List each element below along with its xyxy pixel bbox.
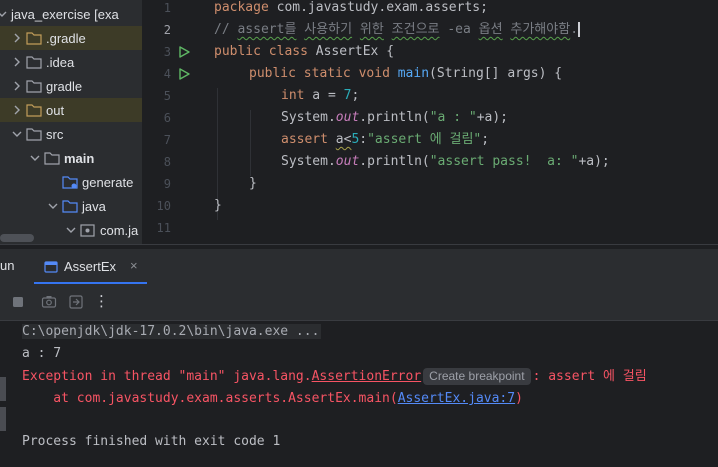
- chevron-right-icon[interactable]: [12, 33, 22, 43]
- close-icon[interactable]: ×: [130, 258, 138, 273]
- run-toolbar: ⋮: [0, 284, 718, 321]
- tree-item-gradle[interactable]: gradle: [0, 74, 142, 98]
- line-number: 6: [163, 111, 171, 125]
- code-editor[interactable]: package com.javastudy.exam.asserts; // a…: [214, 0, 718, 244]
- line-number: 3: [163, 45, 171, 59]
- chevron-down-icon[interactable]: [0, 9, 7, 19]
- chevron-right-icon[interactable]: [12, 105, 22, 115]
- run-main-icon[interactable]: [178, 68, 190, 80]
- code-line-6: System.out.println("a : "+a);: [281, 110, 509, 125]
- screenshot-icon[interactable]: [41, 294, 57, 310]
- console-exit-line: Process finished with exit code 1: [22, 434, 281, 449]
- chevron-down-icon[interactable]: [30, 153, 40, 163]
- tree-item-label: src: [46, 126, 64, 142]
- tree-item-project-root[interactable]: java_exercise [exa: [0, 2, 142, 26]
- stop-icon[interactable]: [10, 294, 26, 310]
- line-number: 4: [163, 67, 171, 81]
- tab-label: AssertEx: [64, 259, 117, 274]
- more-options-icon[interactable]: ⋮: [94, 292, 109, 310]
- tree-item-label: com.ja: [100, 222, 139, 238]
- line-number: 2: [163, 23, 171, 37]
- chevron-down-icon[interactable]: [66, 225, 76, 235]
- tab-assertex[interactable]: AssertEx ×: [34, 249, 147, 284]
- console-stdout-line: a : 7: [22, 346, 62, 361]
- line-number: 9: [163, 177, 171, 191]
- generated-folder-icon: [62, 175, 78, 189]
- chevron-right-icon[interactable]: [12, 57, 22, 67]
- run-class-icon[interactable]: [178, 46, 190, 58]
- line-number: 7: [163, 133, 171, 147]
- run-panel-header: un AssertEx ×: [0, 249, 718, 284]
- folder-icon: [44, 151, 60, 165]
- chevron-down-icon[interactable]: [48, 201, 58, 211]
- tree-item-label: .idea: [46, 54, 75, 70]
- source-location-link[interactable]: AssertEx.java:7: [398, 391, 515, 406]
- editor-gutter: 1 2 3 4 5 6 7 8 9 10 11: [142, 0, 214, 244]
- folder-icon: [26, 127, 42, 141]
- tree-item-main[interactable]: main: [0, 146, 142, 170]
- console-exception-line: Exception in thread "main" java.lang.Ass…: [22, 368, 647, 385]
- folder-icon: [26, 55, 42, 69]
- restore-layout-icon[interactable]: [68, 294, 84, 310]
- run-panel-title: un: [0, 258, 15, 273]
- folder-icon: [26, 103, 42, 117]
- console-stacktrace-line: at com.javastudy.exam.asserts.AssertEx.m…: [22, 391, 523, 406]
- code-line-4: public static void main(String[] args) {: [249, 66, 563, 81]
- source-folder-icon: [62, 199, 78, 213]
- code-line-9: }: [249, 176, 257, 191]
- code-line-7: assert a<5:"assert 에 걸림";: [281, 132, 490, 147]
- project-tree: java_exercise [exa .gradle .idea gradle …: [0, 0, 142, 244]
- text-caret: [578, 22, 581, 37]
- tree-item-gradle-cache[interactable]: .gradle: [0, 26, 142, 50]
- line-number: 11: [156, 221, 171, 235]
- tree-item-java[interactable]: java: [0, 194, 142, 218]
- exception-class-link[interactable]: AssertionError: [312, 369, 422, 384]
- line-number: 8: [163, 155, 171, 169]
- package-icon: [80, 223, 96, 237]
- code-line-5: int a = 7;: [281, 88, 360, 103]
- folder-icon: [26, 31, 42, 45]
- tree-item-label: main: [64, 150, 95, 166]
- tree-item-idea[interactable]: .idea: [0, 50, 142, 74]
- line-number: 5: [163, 89, 171, 103]
- create-breakpoint-button[interactable]: Create breakpoint: [423, 368, 531, 385]
- chevron-right-icon[interactable]: [12, 81, 22, 91]
- console-side-button[interactable]: [0, 407, 6, 431]
- console-side-button[interactable]: [0, 377, 6, 401]
- tree-item-label: java_exercise [exa: [11, 6, 119, 22]
- console-output[interactable]: C:\openjdk\jdk-17.0.2\bin\java.exe ... a…: [0, 321, 718, 467]
- code-line-2: // assert를 사용하기 위한 조건으로 -ea 옵션 추가해야함.: [214, 22, 581, 37]
- tree-item-label: generate: [82, 174, 134, 190]
- tree-item-out[interactable]: out: [0, 98, 142, 122]
- chevron-down-icon[interactable]: [12, 129, 22, 139]
- tree-item-label: gradle: [46, 78, 83, 94]
- code-line-3: public class AssertEx {: [214, 44, 395, 59]
- code-line-10: }: [214, 198, 222, 213]
- tree-item-label: .gradle: [46, 30, 86, 46]
- tree-item-generated[interactable]: generate: [0, 170, 142, 194]
- line-number: 10: [156, 199, 171, 213]
- tree-horizontal-scrollbar[interactable]: [0, 234, 34, 242]
- tree-item-label: java: [82, 198, 106, 214]
- tree-item-label: out: [46, 102, 65, 118]
- line-number: 1: [163, 1, 171, 15]
- folder-icon: [26, 79, 42, 93]
- run-config-icon: [44, 260, 58, 273]
- code-line-8: System.out.println("assert pass! a: "+a)…: [281, 154, 610, 169]
- code-line-1: package com.javastudy.exam.asserts;: [214, 0, 488, 15]
- tree-item-src[interactable]: src: [0, 122, 142, 146]
- console-command-line: C:\openjdk\jdk-17.0.2\bin\java.exe ...: [22, 324, 322, 339]
